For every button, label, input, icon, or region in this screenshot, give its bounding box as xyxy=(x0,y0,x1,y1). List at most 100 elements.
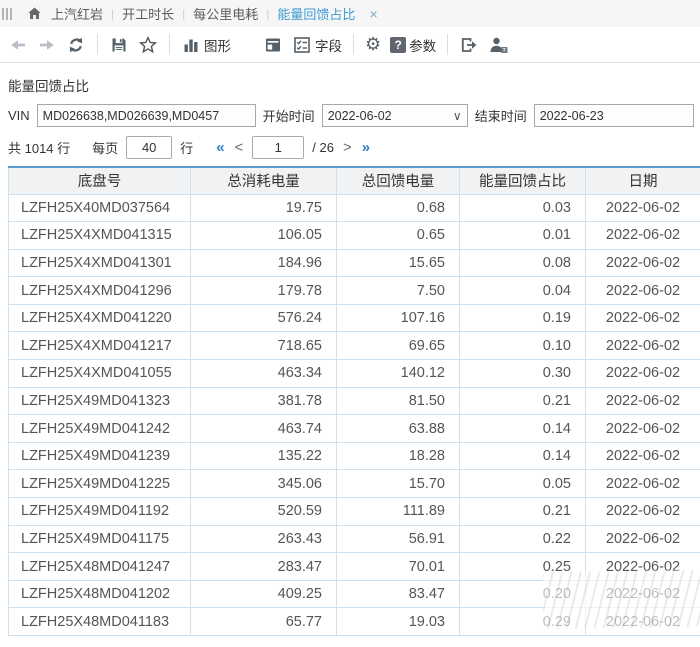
favorite-button[interactable] xyxy=(138,35,158,55)
per-page-label: 每页 xyxy=(92,138,118,157)
cell-total-feedback: 63.88 xyxy=(337,415,460,443)
current-page-input[interactable] xyxy=(252,136,304,159)
vin-input[interactable] xyxy=(37,104,256,127)
table-row[interactable]: LZFH25X48MD041202409.2583.470.202022-06-… xyxy=(9,580,700,608)
panel-button[interactable] xyxy=(263,35,283,55)
refresh-button[interactable] xyxy=(66,35,86,55)
sidebar-toggle-icon[interactable] xyxy=(2,8,12,20)
last-page-button[interactable]: » xyxy=(361,139,371,156)
fields-button-label: 字段 xyxy=(315,35,342,55)
table-row[interactable]: LZFH25X48MD041247283.4770.010.252022-06-… xyxy=(9,553,700,581)
chart-button[interactable]: 图形 xyxy=(181,35,231,55)
user-icon: ? xyxy=(488,35,510,55)
cell-chassis: LZFH25X48MD041183 xyxy=(9,608,191,636)
header-feedback-ratio[interactable]: 能量回馈占比 xyxy=(460,167,586,194)
tab-saic-hongyan[interactable]: 上汽红岩 xyxy=(51,4,103,23)
settings-button[interactable]: ⚙ xyxy=(365,36,381,54)
cell-feedback-ratio: 0.01 xyxy=(460,222,586,250)
cell-chassis: LZFH25X4XMD041315 xyxy=(9,222,191,250)
cell-total-feedback: 70.01 xyxy=(337,553,460,581)
home-icon xyxy=(26,5,43,22)
first-page-button[interactable]: « xyxy=(215,139,225,156)
question-icon: ? xyxy=(390,37,406,53)
cell-total-consumed: 184.96 xyxy=(191,249,337,277)
table-row[interactable]: LZFH25X4XMD041315106.050.650.012022-06-0… xyxy=(9,222,700,250)
tab-per-km-consumption[interactable]: 每公里电耗 xyxy=(193,4,258,23)
next-page-button[interactable]: > xyxy=(342,139,353,156)
per-page-input[interactable] xyxy=(126,136,172,159)
header-total-feedback[interactable]: 总回馈电量 xyxy=(337,167,460,194)
panel-icon xyxy=(263,35,283,55)
cell-chassis: LZFH25X49MD041323 xyxy=(9,387,191,415)
cell-chassis: LZFH25X49MD041192 xyxy=(9,498,191,526)
forward-button[interactable] xyxy=(37,35,57,55)
table-row[interactable]: LZFH25X40MD03756419.750.680.032022-06-02 xyxy=(9,194,700,222)
table-row[interactable]: LZFH25X49MD041239135.2218.280.142022-06-… xyxy=(9,442,700,470)
cell-total-consumed: 463.34 xyxy=(191,360,337,388)
data-table: 底盘号 总消耗电量 总回馈电量 能量回馈占比 日期 LZFH25X40MD037… xyxy=(8,166,700,636)
checklist-icon xyxy=(292,35,312,55)
tab-work-duration[interactable]: 开工时长 xyxy=(122,4,174,23)
cell-feedback-ratio: 0.29 xyxy=(460,608,586,636)
table-row[interactable]: LZFH25X49MD041225345.0615.700.052022-06-… xyxy=(9,470,700,498)
end-time-input[interactable] xyxy=(534,104,694,127)
cell-total-consumed: 106.05 xyxy=(191,222,337,250)
toolbar: 图形 字段 ⚙ ? 参数 ? xyxy=(0,27,700,63)
table-row[interactable]: LZFH25X4XMD041220576.24107.160.192022-06… xyxy=(9,304,700,332)
tab-energy-feedback-ratio[interactable]: 能量回馈占比 xyxy=(277,4,355,23)
table-row[interactable]: LZFH25X49MD041323381.7881.500.212022-06-… xyxy=(9,387,700,415)
cell-chassis: LZFH25X4XMD041220 xyxy=(9,304,191,332)
cell-total-consumed: 19.75 xyxy=(191,194,337,222)
filter-bar: VIN 开始时间 2022-06-02 ∨ 结束时间 xyxy=(8,103,700,128)
cell-feedback-ratio: 0.10 xyxy=(460,332,586,360)
cell-total-consumed: 381.78 xyxy=(191,387,337,415)
prev-page-button[interactable]: < xyxy=(234,139,245,156)
table-row[interactable]: LZFH25X49MD041175263.4356.910.222022-06-… xyxy=(9,525,700,553)
cell-chassis: LZFH25X49MD041239 xyxy=(9,442,191,470)
bar-chart-icon xyxy=(181,35,201,55)
cell-total-feedback: 107.16 xyxy=(337,304,460,332)
cell-total-feedback: 111.89 xyxy=(337,498,460,526)
table-row[interactable]: LZFH25X4XMD041296179.787.500.042022-06-0… xyxy=(9,277,700,305)
cell-feedback-ratio: 0.19 xyxy=(460,304,586,332)
cell-total-feedback: 19.03 xyxy=(337,608,460,636)
start-time-select[interactable]: 2022-06-02 ∨ xyxy=(322,104,468,127)
header-chassis[interactable]: 底盘号 xyxy=(9,167,191,194)
save-button[interactable] xyxy=(109,35,129,55)
cell-feedback-ratio: 0.22 xyxy=(460,525,586,553)
cell-total-feedback: 0.68 xyxy=(337,194,460,222)
table-row[interactable]: LZFH25X4XMD041055463.34140.120.302022-06… xyxy=(9,360,700,388)
cell-total-consumed: 345.06 xyxy=(191,470,337,498)
cell-date: 2022-06-02 xyxy=(586,442,700,470)
table-row[interactable]: LZFH25X49MD041242463.7463.880.142022-06-… xyxy=(9,415,700,443)
back-button[interactable] xyxy=(8,35,28,55)
cell-feedback-ratio: 0.20 xyxy=(460,580,586,608)
header-date[interactable]: 日期 xyxy=(586,167,700,194)
user-button[interactable]: ? xyxy=(488,35,510,55)
tab-separator: | xyxy=(182,7,185,21)
table-row[interactable]: LZFH25X4XMD041217718.6569.650.102022-06-… xyxy=(9,332,700,360)
cell-chassis: LZFH25X48MD041202 xyxy=(9,580,191,608)
page-count-text: / 26 xyxy=(312,140,334,155)
export-button[interactable] xyxy=(459,35,479,55)
cell-chassis: LZFH25X4XMD041217 xyxy=(9,332,191,360)
star-icon xyxy=(138,35,158,55)
table-row[interactable]: LZFH25X4XMD041301184.9615.650.082022-06-… xyxy=(9,249,700,277)
save-icon xyxy=(109,35,129,55)
home-button[interactable] xyxy=(26,5,43,22)
cell-total-consumed: 135.22 xyxy=(191,442,337,470)
tab-close-icon[interactable]: × xyxy=(369,6,377,22)
cell-total-feedback: 140.12 xyxy=(337,360,460,388)
cell-date: 2022-06-02 xyxy=(586,580,700,608)
table-row[interactable]: LZFH25X49MD041192520.59111.890.212022-06… xyxy=(9,498,700,526)
header-total-consumed[interactable]: 总消耗电量 xyxy=(191,167,337,194)
cell-chassis: LZFH25X40MD037564 xyxy=(9,194,191,222)
cell-chassis: LZFH25X49MD041175 xyxy=(9,525,191,553)
tab-bar: 上汽红岩 | 开工时长 | 每公里电耗 | 能量回馈占比 × xyxy=(0,0,700,27)
toolbar-separator xyxy=(169,34,170,55)
vin-label: VIN xyxy=(8,108,30,123)
table-row[interactable]: LZFH25X48MD04118365.7719.030.292022-06-0… xyxy=(9,608,700,636)
params-button[interactable]: ? 参数 xyxy=(390,35,436,55)
fields-button[interactable]: 字段 xyxy=(292,35,342,55)
total-rows-text: 共 1014 行 xyxy=(8,138,70,157)
